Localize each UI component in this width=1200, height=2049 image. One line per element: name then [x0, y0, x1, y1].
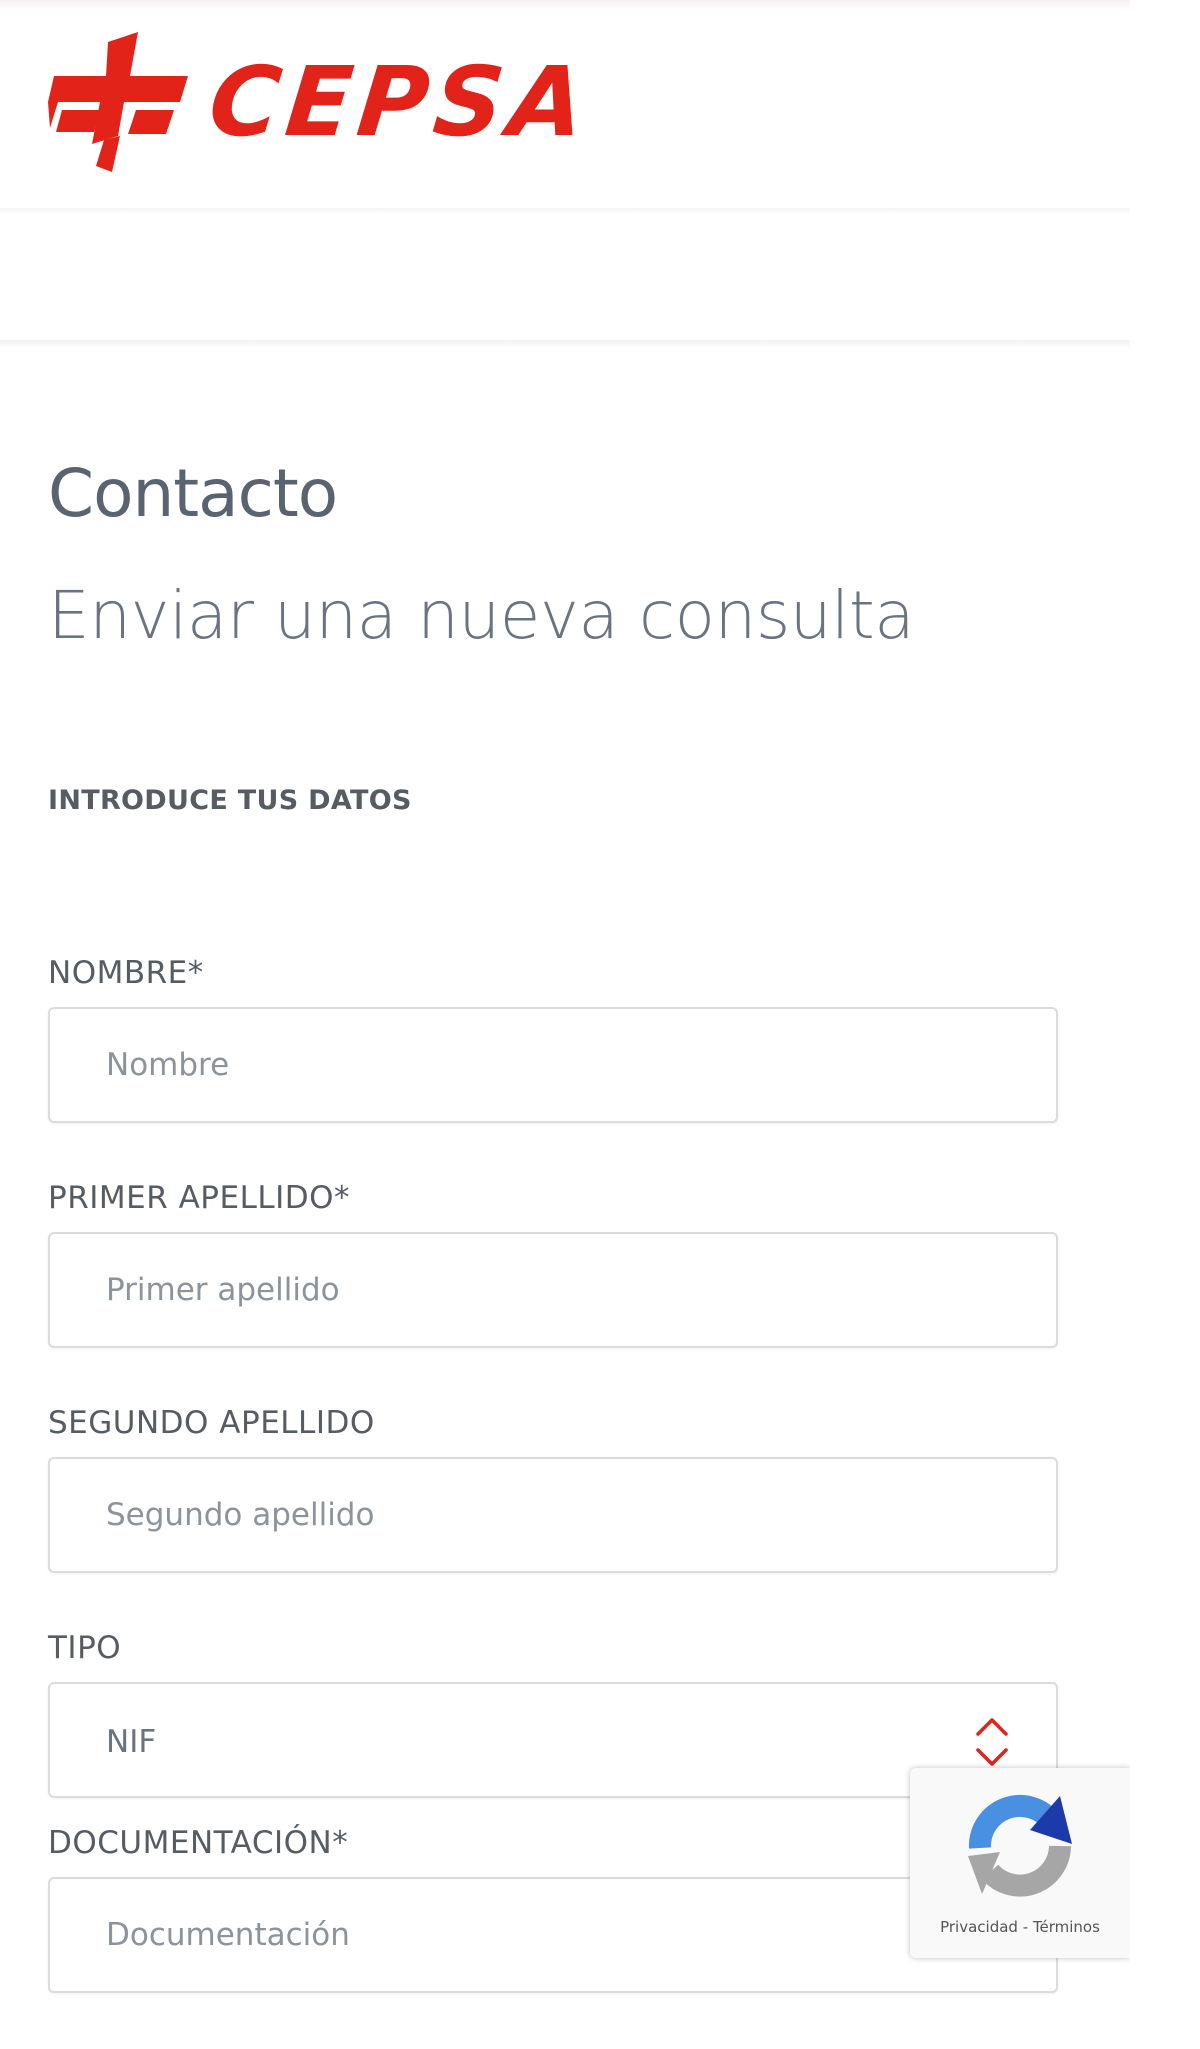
documentacion-field-box	[48, 1877, 1058, 1993]
primer-apellido-field-box	[48, 1232, 1058, 1348]
documentacion-label: DOCUMENTACIÓN*	[48, 1825, 349, 1861]
page-title: Contacto	[48, 455, 338, 532]
recaptcha-terms-link[interactable]: Privacidad - Términos	[910, 1918, 1130, 1936]
site-header: CEPSA	[0, 10, 1130, 210]
right-gutter	[1130, 0, 1200, 2049]
section-label: INTRODUCE TUS DATOS	[48, 785, 412, 816]
primer-apellido-input[interactable]	[50, 1234, 1056, 1346]
tipo-selected-value: NIF	[106, 1724, 157, 1760]
segundo-apellido-input[interactable]	[50, 1459, 1056, 1571]
primer-apellido-label: PRIMER APELLIDO*	[48, 1180, 351, 1216]
brand-name: CEPSA	[204, 46, 596, 158]
nombre-field-box	[48, 1007, 1058, 1123]
nombre-input[interactable]	[50, 1009, 1056, 1121]
tipo-select[interactable]: NIF	[48, 1682, 1058, 1798]
tipo-label: TIPO	[48, 1630, 122, 1666]
nombre-label: NOMBRE*	[48, 955, 204, 991]
recaptcha-icon	[968, 1794, 1072, 1897]
recaptcha-badge[interactable]: Privacidad - Términos	[910, 1768, 1130, 1958]
top-edge-remnant	[0, 0, 1130, 10]
page-subtitle: Enviar una nueva consulta	[48, 577, 915, 654]
nav-divider	[0, 340, 1130, 348]
cepsa-logo[interactable]: CEPSA	[48, 32, 596, 172]
segundo-apellido-field-box	[48, 1457, 1058, 1573]
contact-page: CEPSA Contacto Enviar una nueva consulta…	[0, 0, 1130, 2049]
updown-chevron-icon	[976, 1718, 1008, 1766]
documentacion-input[interactable]	[50, 1879, 1056, 1991]
secondary-nav-bar	[0, 214, 1130, 344]
segundo-apellido-label: SEGUNDO APELLIDO	[48, 1405, 375, 1441]
cepsa-logo-mark-icon	[48, 32, 188, 172]
